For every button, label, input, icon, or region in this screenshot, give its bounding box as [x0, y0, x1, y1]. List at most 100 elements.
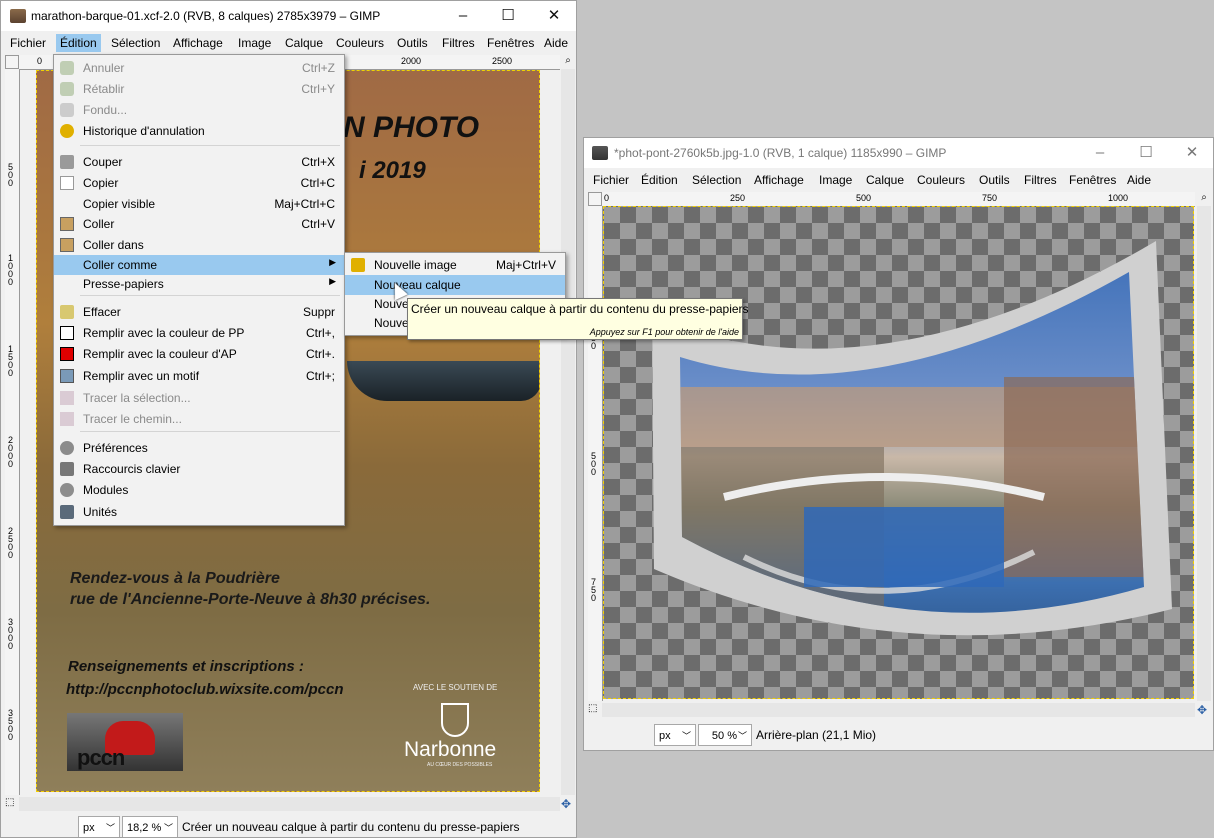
poster-title-2: i 2019 [359, 157, 426, 184]
menu-aide[interactable]: Aide [1127, 173, 1151, 187]
edit-menu-item[interactable]: Tracer le chemin... [54, 409, 344, 429]
edit-menu-item[interactable]: Raccourcis clavier [54, 459, 344, 479]
close-button[interactable]: ✕ [1169, 138, 1213, 168]
minimize-button[interactable]: – [440, 1, 486, 31]
zoom-select[interactable]: 50 % ﹀ [698, 724, 752, 746]
title-bar[interactable]: *phot-pont-2760k5b.jpg-1.0 (RVB, 1 calqu… [584, 138, 1213, 168]
quick-mask-icon[interactable]: ⬚ [588, 703, 602, 717]
layer-info: Arrière-plan (21,1 Mio) [756, 728, 877, 742]
edit-menu-item[interactable]: Coller comme ▶ [54, 255, 344, 275]
menu-item-label: Couper [83, 155, 123, 169]
boat-photo [347, 361, 539, 401]
menu-item-label: Fondu... [83, 103, 128, 117]
menu-aide[interactable]: Aide [544, 36, 568, 50]
narbonne-shield-icon [441, 703, 469, 737]
edit-menu-item[interactable]: Copier Ctrl+C [54, 173, 344, 193]
menu-image[interactable]: Image [819, 173, 852, 187]
submenu-arrow-icon: ▶ [329, 257, 336, 267]
edit-menu-item[interactable]: Remplir avec la couleur d'AP Ctrl+. [54, 344, 344, 364]
edit-menu-item[interactable]: Remplir avec la couleur de PP Ctrl+, [54, 323, 344, 343]
window-title: *phot-pont-2760k5b.jpg-1.0 (RVB, 1 calqu… [614, 146, 947, 160]
navigation-icon[interactable]: ✥ [1197, 703, 1211, 717]
menu-item-label: Copier [83, 176, 119, 190]
menu-fenetres[interactable]: Fenêtres [487, 36, 534, 50]
menu-filtres[interactable]: Filtres [442, 36, 475, 50]
menu-edition[interactable]: Édition [641, 173, 678, 187]
horizontal-scrollbar[interactable] [602, 703, 1195, 717]
copy-icon [60, 176, 74, 190]
edit-menu-item[interactable]: Modules [54, 480, 344, 500]
vertical-ruler: 5 0 0 1 0 0 0 1 5 0 0 2 0 0 0 2 5 0 0 3 … [5, 69, 20, 795]
edit-menu-item[interactable]: Unités [54, 502, 344, 522]
paste-as-menu-item[interactable]: Nouveau calque [345, 275, 565, 295]
edit-menu-item[interactable]: Copier visible Maj+Ctrl+C [54, 194, 344, 214]
edit-menu-item[interactable]: Préférences [54, 438, 344, 458]
paste-as-menu-item[interactable]: Nouvelle image Maj+Ctrl+V [345, 255, 565, 275]
gimp-icon [10, 9, 26, 23]
edit-menu-item[interactable]: Fondu... [54, 100, 344, 120]
menu-item-shortcut: Ctrl+Y [301, 82, 335, 96]
close-button[interactable]: ✕ [531, 1, 576, 31]
menu-item-label: Nouvelle image [374, 258, 457, 272]
menu-fichier[interactable]: Fichier [10, 36, 46, 50]
vertical-scrollbar[interactable] [1197, 206, 1211, 701]
navigate-icon[interactable]: ⌕ [1197, 192, 1211, 206]
menu-edition[interactable]: Édition [56, 34, 101, 52]
image-canvas-photo[interactable] [603, 206, 1194, 699]
menu-calque[interactable]: Calque [866, 173, 904, 187]
history-icon [60, 124, 74, 138]
menu-selection[interactable]: Sélection [692, 173, 741, 187]
menu-couleurs[interactable]: Couleurs [336, 36, 384, 50]
unit-select[interactable]: px ﹀ [78, 816, 120, 837]
stroke-selection-icon [60, 391, 74, 405]
menu-calque[interactable]: Calque [285, 36, 323, 50]
menu-separator [80, 145, 340, 146]
minimize-button[interactable]: – [1077, 138, 1123, 168]
edit-menu-item[interactable]: Couper Ctrl+X [54, 152, 344, 172]
menu-affichage[interactable]: Affichage [173, 36, 223, 50]
menu-item-label: Historique d'annulation [83, 124, 205, 138]
menu-fichier[interactable]: Fichier [593, 173, 629, 187]
menu-separator [80, 295, 340, 296]
edit-menu-item[interactable]: Rétablir Ctrl+Y [54, 79, 344, 99]
ruler-corner[interactable] [5, 55, 19, 69]
zoom-select[interactable]: 18,2 % ﹀ [122, 816, 178, 837]
keyboard-icon [60, 462, 74, 476]
quick-mask-icon[interactable]: ⬚ [5, 797, 19, 811]
menu-outils[interactable]: Outils [397, 36, 428, 50]
units-icon [60, 505, 74, 519]
edit-menu-item[interactable]: Effacer Suppr [54, 302, 344, 322]
horizontal-scrollbar[interactable] [19, 797, 560, 811]
unit-select[interactable]: px ﹀ [654, 724, 696, 746]
navigation-icon[interactable]: ✥ [561, 797, 575, 811]
menu-couleurs[interactable]: Couleurs [917, 173, 965, 187]
menu-affichage[interactable]: Affichage [754, 173, 804, 187]
edit-menu-item[interactable]: Presse-papiers ▶ [54, 274, 344, 294]
edit-menu-item[interactable]: Annuler Ctrl+Z [54, 58, 344, 78]
edit-menu-item[interactable]: Coller Ctrl+V [54, 214, 344, 234]
chevron-down-icon: ﹀ [737, 731, 747, 741]
status-message: Créer un nouveau calque à partir du cont… [182, 820, 520, 834]
edit-menu-item[interactable]: Remplir avec un motif Ctrl+; [54, 366, 344, 386]
menu-item-shortcut: Ctrl+; [305, 369, 335, 383]
maximize-button[interactable]: ☐ [1123, 138, 1169, 168]
menu-outils[interactable]: Outils [979, 173, 1010, 187]
menu-item-label: Coller [83, 217, 115, 231]
vertical-scrollbar[interactable] [561, 69, 575, 795]
menu-selection[interactable]: Sélection [111, 36, 160, 50]
menu-item-shortcut: Maj+Ctrl+C [274, 197, 335, 211]
ruler-corner[interactable] [588, 192, 602, 206]
menu-item-label: Tracer le chemin... [83, 412, 182, 426]
title-bar[interactable]: marathon-barque-01.xcf-2.0 (RVB, 8 calqu… [1, 1, 576, 31]
edit-menu-item[interactable]: Historique d'annulation [54, 121, 344, 141]
menu-item-label: Modules [83, 483, 129, 497]
menu-fenetres[interactable]: Fenêtres [1069, 173, 1116, 187]
menu-image[interactable]: Image [238, 36, 271, 50]
maximize-button[interactable]: ☐ [485, 1, 531, 31]
navigate-icon[interactable]: ⌕ [561, 55, 575, 69]
menu-item-shortcut: Ctrl+V [301, 217, 335, 231]
narbonne-tagline: AU CŒUR DES POSSIBLES [427, 762, 493, 768]
edit-menu-item[interactable]: Coller dans [54, 235, 344, 255]
edit-menu-item[interactable]: Tracer la sélection... [54, 388, 344, 408]
menu-filtres[interactable]: Filtres [1024, 173, 1057, 187]
